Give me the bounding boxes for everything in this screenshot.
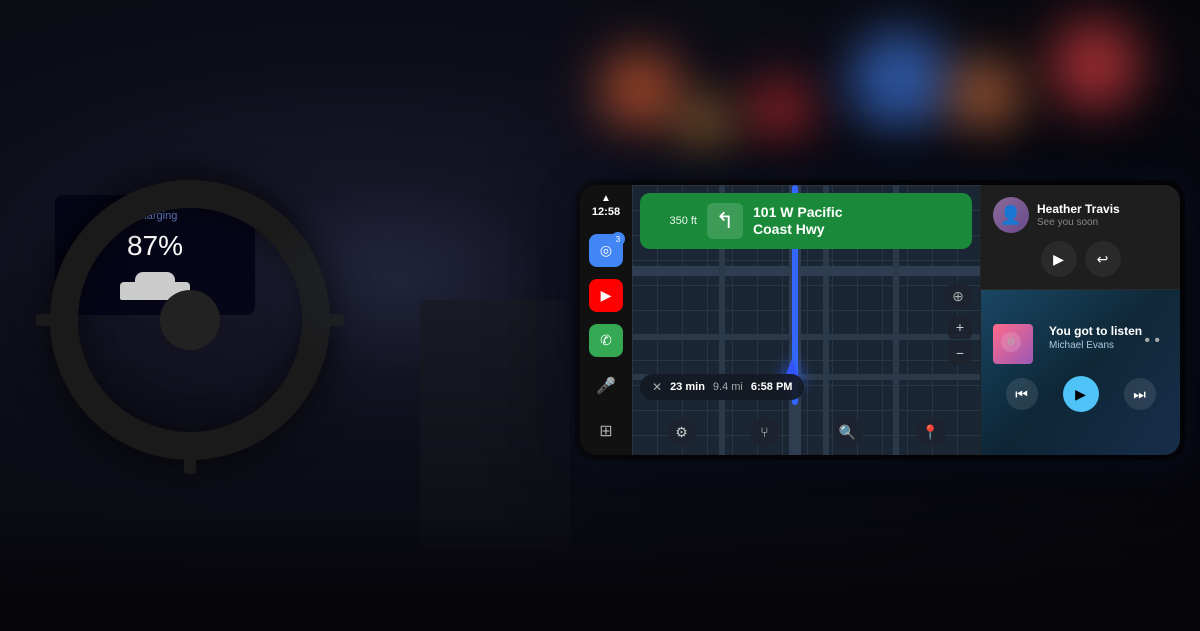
call-actions: ▶ ↩ (993, 241, 1168, 277)
road-horizontal-main (632, 266, 980, 276)
road-horizontal-2 (632, 334, 980, 340)
maps-icon-symbol: ◎ (600, 242, 612, 259)
music-artist-name: Michael Evans (1049, 340, 1142, 351)
youtube-app-icon[interactable]: ▶ (589, 279, 623, 312)
right-panel: 👤 Heather Travis See you soon ▶ ↩ ⚙ • • (980, 185, 1180, 455)
zoom-controls: + − (948, 315, 972, 365)
eta-time: 6:58 PM (751, 381, 793, 393)
spoke-bottom (184, 432, 196, 474)
play-pause-button[interactable]: ▶ (1063, 376, 1099, 412)
bokeh-light-3 (850, 30, 950, 130)
caller-name: Heather Travis (1037, 202, 1120, 216)
nav-street-name: 101 W PacificCoast Hwy (753, 204, 960, 238)
phone-app-icon[interactable]: ✆ (589, 324, 623, 357)
location-icon: ⊕ (952, 288, 964, 305)
app-sidebar: ▲ 12:58 ◎ 3 ▶ ✆ 🎤 ⊞ (580, 185, 632, 455)
eta-duration: 23 min (670, 381, 705, 393)
bokeh-light-4 (950, 60, 1020, 130)
caller-details: Heather Travis See you soon (1037, 202, 1120, 227)
apps-grid-icon[interactable]: ⊞ (589, 414, 623, 447)
eta-bar: ✕ 23 min 9.4 mi 6:58 PM (640, 374, 804, 400)
music-playback-controls: ⏮ ▶ ⏭ (993, 376, 1168, 412)
zoom-in-button[interactable]: + (948, 315, 972, 339)
pin-button[interactable]: 📍 (916, 417, 946, 447)
status-bar: ▲ 12:58 (592, 193, 620, 218)
maps-app-icon[interactable]: ◎ 3 (589, 234, 623, 267)
bokeh-light-5 (680, 100, 730, 150)
bokeh-light-6 (1050, 20, 1140, 110)
music-text-info: You got to listen Michael Evans (1049, 324, 1142, 351)
spoke-right (302, 314, 344, 326)
grid-icon-symbol: ⊞ (599, 421, 612, 441)
youtube-icon-symbol: ▶ (601, 287, 612, 304)
bokeh-light-1 (600, 50, 680, 130)
eta-miles: 9.4 mi (713, 381, 743, 393)
route-options-button[interactable]: ⑂ (750, 417, 780, 447)
search-button[interactable]: 🔍 (833, 417, 863, 447)
location-center-button[interactable]: ⊕ (944, 282, 972, 310)
caller-info: 👤 Heather Travis See you soon (993, 197, 1168, 233)
caller-status: See you soon (1037, 217, 1120, 228)
mic-icon-symbol: 🎤 (596, 376, 616, 396)
mic-app-icon[interactable]: 🎤 (589, 369, 623, 402)
nav-distance: 350 ft (652, 215, 697, 227)
map-controls-bar: ⚙ ⑂ 🔍 📍 (632, 417, 980, 447)
signal-icon: ▲ (601, 193, 611, 204)
spoke-left (36, 314, 78, 326)
call-play-button[interactable]: ▶ (1041, 241, 1077, 277)
call-reply-button[interactable]: ↩ (1085, 241, 1121, 277)
bokeh-light-2 (750, 80, 810, 140)
turn-arrow-icon: ↰ (716, 208, 734, 234)
music-card-content: ⚙ • • You got to listen Michael Evans ⏮ … (993, 324, 1168, 412)
music-song-title: You got to listen (1049, 324, 1142, 338)
avatar-icon: 👤 (1000, 205, 1022, 226)
call-card: 👤 Heather Travis See you soon ▶ ↩ (981, 185, 1180, 290)
music-settings-icon[interactable]: ⚙ (1001, 332, 1021, 352)
nav-turn-icon: ↰ (707, 203, 743, 239)
dashboard-bottom (0, 511, 1200, 631)
music-card: ⚙ • • You got to listen Michael Evans ⏮ … (981, 290, 1180, 455)
caller-avatar: 👤 (993, 197, 1029, 233)
next-track-button[interactable]: ⏭ (1124, 378, 1156, 410)
map-view[interactable]: 350 ft ↰ 101 W PacificCoast Hwy ✕ 23 min… (632, 185, 980, 455)
notification-badge: 3 (611, 232, 625, 246)
nav-instruction-banner: 350 ft ↰ 101 W PacificCoast Hwy (640, 193, 972, 249)
music-more-options[interactable]: • • (1144, 332, 1160, 350)
infotainment-screen: ▲ 12:58 ◎ 3 ▶ ✆ 🎤 ⊞ (580, 185, 1180, 455)
steering-wheel (50, 180, 330, 460)
eta-close-button[interactable]: ✕ (652, 380, 662, 394)
settings-button[interactable]: ⚙ (667, 417, 697, 447)
zoom-out-button[interactable]: − (948, 341, 972, 365)
previous-track-button[interactable]: ⏮ (1006, 378, 1038, 410)
time-display: 12:58 (592, 206, 620, 218)
phone-icon-symbol: ✆ (600, 332, 612, 349)
horn-center (165, 295, 215, 345)
